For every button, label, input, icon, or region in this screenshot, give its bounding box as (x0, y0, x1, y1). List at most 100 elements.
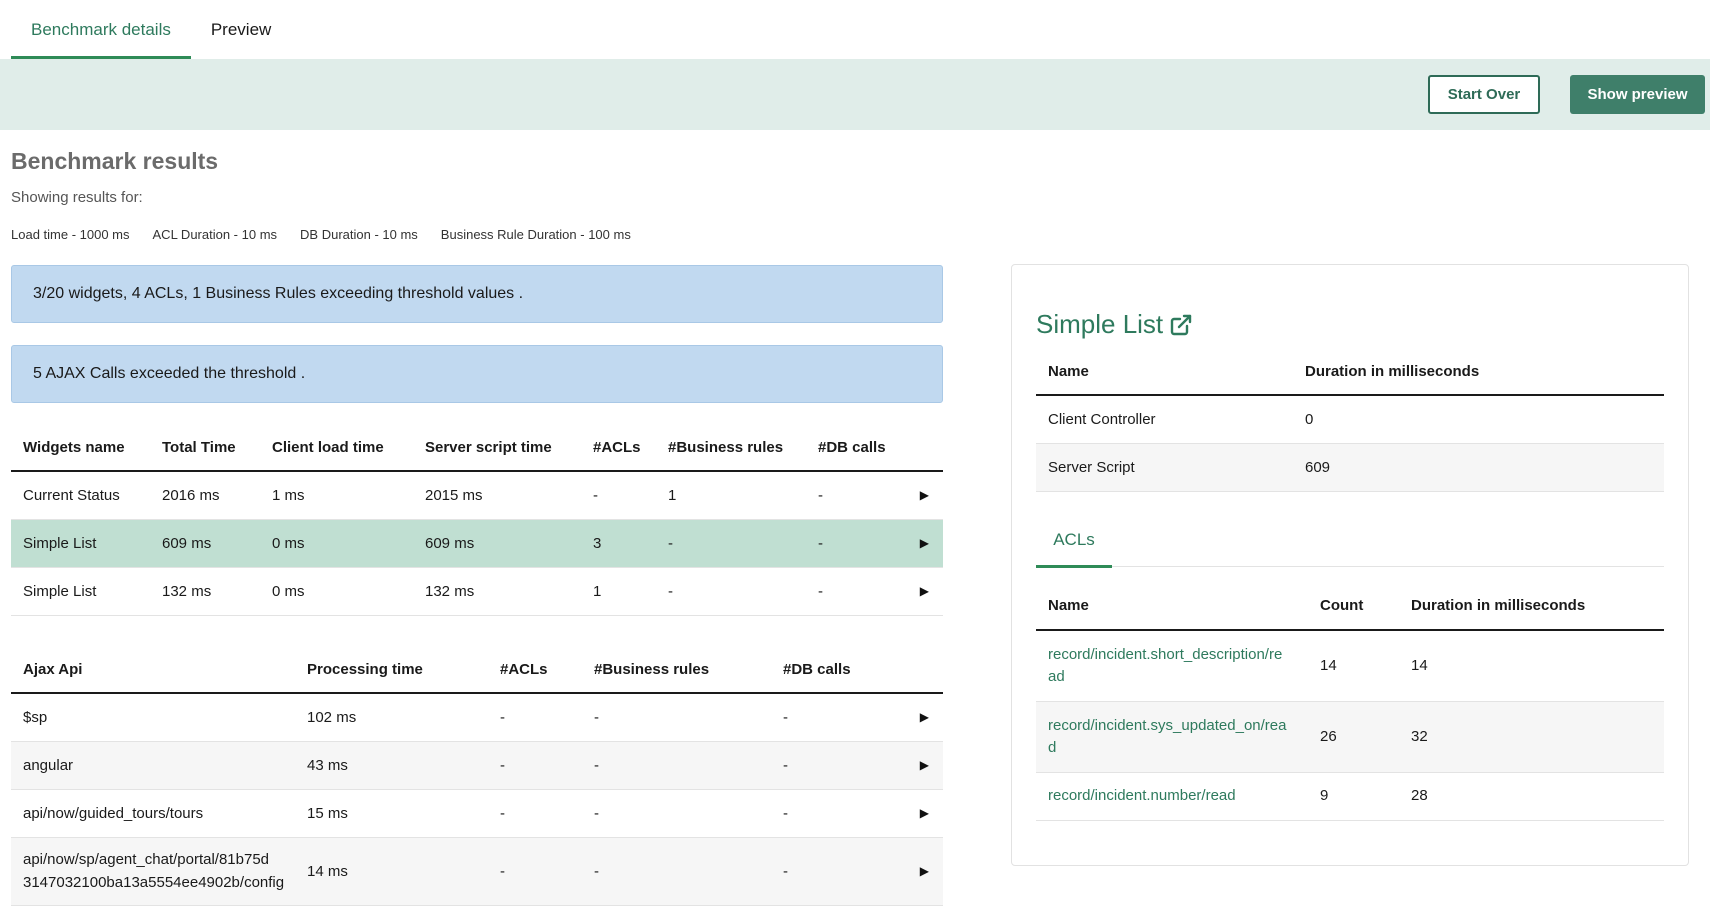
column-header (906, 424, 943, 472)
ajax-api-cell: angular (11, 741, 295, 790)
ajax-table: Ajax Api Processing time #ACLs #Business… (11, 646, 943, 906)
column-header: Ajax Api (11, 646, 295, 694)
total-time-cell: 609 ms (150, 519, 260, 568)
expand-arrow-icon[interactable]: ▶ (906, 471, 943, 520)
table-row[interactable]: Simple List 132 ms 0 ms 132 ms 1 - - ▶ (11, 567, 943, 616)
expand-arrow-icon[interactable]: ▶ (899, 693, 943, 742)
table-row[interactable]: angular 43 ms - - - ▶ (11, 741, 943, 790)
count-cell: 14 (1308, 630, 1399, 702)
table-header-row: Name Count Duration in milliseconds (1036, 582, 1664, 631)
acl-link[interactable]: record/incident.number/read (1048, 787, 1236, 804)
business-rules-cell: - (656, 519, 806, 568)
column-header: #DB calls (806, 424, 906, 472)
table-row[interactable]: Simple List 609 ms 0 ms 609 ms 3 - - ▶ (11, 519, 943, 568)
threshold-acl-duration: ACL Duration - 10 ms (152, 227, 278, 242)
business-rules-cell: 1 (656, 471, 806, 520)
tab-bar: Benchmark details Preview (11, 0, 291, 59)
expand-arrow-icon[interactable]: ▶ (906, 519, 943, 568)
server-time-cell: 2015 ms (413, 471, 581, 520)
table-row[interactable]: Current Status 2016 ms 1 ms 2015 ms - 1 … (11, 471, 943, 520)
column-header: Name (1036, 349, 1293, 396)
table-header-row: Name Duration in milliseconds (1036, 349, 1664, 396)
duration-cell: 14 (1399, 630, 1664, 702)
db-calls-cell: - (806, 519, 906, 568)
name-cell: Server Script (1036, 443, 1293, 492)
name-cell: Client Controller (1036, 395, 1293, 444)
column-header: Duration in milliseconds (1399, 582, 1664, 631)
count-cell: 9 (1308, 772, 1399, 821)
widgets-table: Widgets name Total Time Client load time… (11, 424, 943, 616)
start-over-button[interactable]: Start Over (1428, 75, 1540, 114)
client-time-cell: 0 ms (260, 567, 413, 616)
widget-detail-title-link[interactable]: Simple List (1036, 309, 1193, 340)
column-header: #ACLs (581, 424, 656, 472)
threshold-load-time: Load time - 1000 ms (11, 227, 130, 242)
business-rules-cell: - (582, 789, 771, 838)
processing-time-cell: 14 ms (295, 837, 488, 906)
column-header: Name (1036, 582, 1308, 631)
count-cell: 26 (1308, 701, 1399, 773)
ajax-api-line: 3147032100ba13a5554ee4902b/config (23, 874, 285, 891)
column-header: Duration in milliseconds (1293, 349, 1664, 396)
total-time-cell: 2016 ms (150, 471, 260, 520)
column-header: #ACLs (488, 646, 582, 694)
business-rules-cell: - (582, 693, 771, 742)
page-title: Benchmark results (11, 148, 219, 174)
duration-cell: 28 (1399, 772, 1664, 821)
acl-link-line: d (1048, 738, 1057, 756)
acl-link[interactable]: record/incident.sys_updated_on/read (1048, 717, 1287, 756)
column-header: Widgets name (11, 424, 150, 472)
table-row[interactable]: api/now/sp/agent_chat/portal/81b75d 31470… (11, 837, 943, 906)
db-calls-cell: - (771, 789, 899, 838)
duration-cell: 609 (1293, 443, 1664, 492)
acls-cell: - (488, 693, 582, 742)
duration-cell: 0 (1293, 395, 1664, 444)
column-header: #Business rules (656, 424, 806, 472)
db-calls-cell: - (806, 471, 906, 520)
acls-cell: 1 (581, 567, 656, 616)
expand-arrow-icon[interactable]: ▶ (899, 741, 943, 790)
column-header: Count (1308, 582, 1399, 631)
acl-name-cell: record/incident.sys_updated_on/read (1036, 701, 1308, 773)
expand-arrow-icon[interactable]: ▶ (899, 837, 943, 906)
business-rules-cell: - (656, 567, 806, 616)
expand-arrow-icon[interactable]: ▶ (906, 567, 943, 616)
acl-link-line: ad (1048, 667, 1065, 685)
acl-name-cell: record/incident.short_description/re ad (1036, 630, 1308, 702)
tab-acls[interactable]: ACLs (1036, 512, 1112, 568)
table-row: record/incident.short_description/re ad 1… (1036, 630, 1664, 702)
show-preview-button[interactable]: Show preview (1570, 75, 1705, 114)
duration-table: Name Duration in milliseconds Client Con… (1036, 349, 1664, 492)
table-row: record/incident.number/read 9 28 (1036, 772, 1664, 821)
acls-cell: - (488, 789, 582, 838)
widget-detail-title: Simple List (1036, 309, 1164, 339)
client-time-cell: 0 ms (260, 519, 413, 568)
acls-cell: - (488, 837, 582, 906)
column-header: Client load time (260, 424, 413, 472)
expand-arrow-icon[interactable]: ▶ (899, 789, 943, 838)
ajax-api-cell: api/now/sp/agent_chat/portal/81b75d 31470… (11, 837, 295, 906)
widget-name-cell: Simple List (11, 567, 150, 616)
column-header (899, 646, 943, 694)
table-row[interactable]: api/now/guided_tours/tours 15 ms - - - ▶ (11, 789, 943, 838)
tab-benchmark-details[interactable]: Benchmark details (11, 0, 191, 59)
table-header-row: Ajax Api Processing time #ACLs #Business… (11, 646, 943, 694)
acl-name-cell: record/incident.number/read (1036, 772, 1308, 821)
threshold-db-duration: DB Duration - 10 ms (300, 227, 418, 242)
ajax-api-line: api/now/sp/agent_chat/portal/81b75d (23, 851, 270, 868)
external-link-icon (1170, 314, 1192, 335)
ajax-api-cell: $sp (11, 693, 295, 742)
threshold-list: Load time - 1000 ms ACL Duration - 10 ms… (11, 227, 654, 242)
business-rules-cell: - (582, 837, 771, 906)
tab-preview[interactable]: Preview (191, 0, 291, 59)
widget-name-cell: Simple List (11, 519, 150, 568)
table-row: Client Controller 0 (1036, 395, 1664, 444)
table-row[interactable]: $sp 102 ms - - - ▶ (11, 693, 943, 742)
db-calls-cell: - (771, 837, 899, 906)
server-time-cell: 609 ms (413, 519, 581, 568)
acl-link-line: record/incident.sys_updated_on/rea (1048, 716, 1287, 734)
acl-link[interactable]: record/incident.short_description/re ad (1048, 646, 1282, 685)
showing-results-label: Showing results for: (11, 189, 143, 206)
detail-subtab-bar: ACLs (1036, 512, 1664, 568)
column-header: Total Time (150, 424, 260, 472)
